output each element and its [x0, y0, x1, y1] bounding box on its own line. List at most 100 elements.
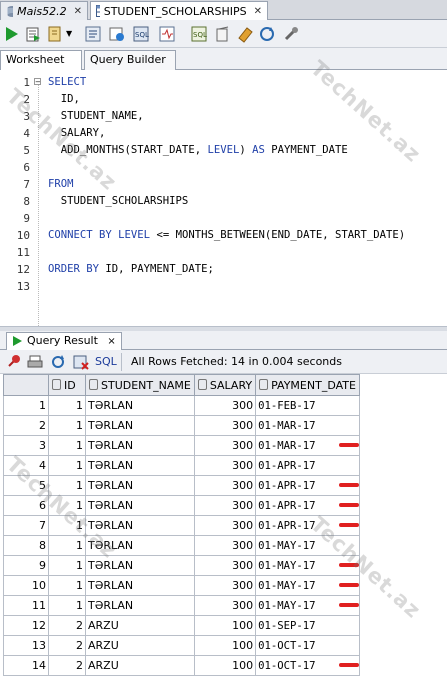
sql-monitor-icon[interactable]: SQL	[190, 25, 208, 43]
table-row[interactable]: 12 2 ARZU 100 01-SEP-17	[3, 615, 360, 636]
tab-query-result[interactable]: Query Result ×	[6, 332, 122, 350]
salary-cell[interactable]: 100	[193, 655, 257, 676]
sql-tuning-icon[interactable]: SQL	[132, 25, 150, 43]
student-name-cell[interactable]: TƏRLAN	[85, 455, 195, 476]
salary-cell[interactable]: 300	[193, 455, 257, 476]
student-name-cell[interactable]: ARZU	[85, 615, 195, 636]
salary-cell[interactable]: 100	[193, 635, 257, 656]
salary-cell[interactable]: 300	[193, 595, 257, 616]
student-name-cell[interactable]: TƏRLAN	[85, 495, 195, 516]
student-name-cell[interactable]: TƏRLAN	[85, 575, 195, 596]
student-name-cell[interactable]: TƏRLAN	[85, 595, 195, 616]
commit-icon[interactable]	[46, 25, 64, 43]
id-cell[interactable]: 1	[48, 455, 86, 476]
table-row[interactable]: 14 2 ARZU 100 01-OCT-17	[3, 655, 360, 676]
student-name-cell[interactable]: TƏRLAN	[85, 435, 195, 456]
id-cell[interactable]: 1	[48, 435, 86, 456]
salary-cell[interactable]: 300	[193, 415, 257, 436]
row-number-cell[interactable]: 3	[3, 435, 49, 456]
clear-icon[interactable]	[214, 25, 232, 43]
row-number-cell[interactable]: 11	[3, 595, 49, 616]
code-line[interactable]: ID,	[48, 93, 80, 105]
code-line[interactable]: STUDENT_NAME,	[48, 110, 144, 122]
row-number-cell[interactable]: 12	[3, 615, 49, 636]
code-line[interactable]: SELECT	[48, 76, 86, 88]
table-row[interactable]: 9 1 TƏRLAN 300 01-MAY-17	[3, 555, 360, 576]
tab-connection[interactable]: Mais52.2 ✕	[0, 1, 88, 20]
run-script-icon[interactable]	[24, 25, 42, 43]
student-name-cell[interactable]: TƏRLAN	[85, 415, 195, 436]
id-cell[interactable]: 2	[48, 655, 86, 676]
table-row[interactable]: 2 1 TƏRLAN 300 01-MAR-17	[3, 415, 360, 436]
salary-cell[interactable]: 300	[193, 495, 257, 516]
fold-toggle-icon[interactable]: −	[34, 78, 41, 86]
row-number-cell[interactable]: 1	[3, 395, 49, 416]
table-row[interactable]: 11 1 TƏRLAN 300 01-MAY-17	[3, 595, 360, 616]
table-row[interactable]: 10 1 TƏRLAN 300 01-MAY-17	[3, 575, 360, 596]
explain-plan-icon[interactable]	[84, 25, 102, 43]
print-icon[interactable]	[27, 354, 43, 370]
salary-cell[interactable]: 300	[193, 435, 257, 456]
salary-cell[interactable]: 300	[193, 555, 257, 576]
run-statement-icon[interactable]	[3, 25, 21, 43]
tab-query-builder[interactable]: Query Builder	[84, 50, 176, 70]
column-header-salary[interactable]: SALARY	[193, 374, 257, 396]
table-row[interactable]: 3 1 TƏRLAN 300 01-MAR-17	[3, 435, 360, 456]
tools-icon[interactable]	[282, 25, 300, 43]
student-name-cell[interactable]: ARZU	[85, 635, 195, 656]
id-cell[interactable]: 2	[48, 615, 86, 636]
sql-history-icon[interactable]	[158, 25, 176, 43]
column-header-payment-date[interactable]: PAYMENT_DATE	[255, 374, 360, 396]
row-number-cell[interactable]: 13	[3, 635, 49, 656]
tab-worksheet[interactable]: Worksheet	[0, 50, 82, 70]
table-row[interactable]: 1 1 TƏRLAN 300 01-FEB-17	[3, 395, 360, 416]
code-line[interactable]: STUDENT_SCHOLARSHIPS	[48, 195, 189, 207]
close-icon[interactable]: ✕	[74, 6, 82, 17]
result-grid[interactable]: ID STUDENT_NAME SALARY PAYMENT_DATE 1 1 TƏ…	[3, 374, 360, 676]
payment-date-cell[interactable]: 01-SEP-17	[255, 615, 360, 636]
id-cell[interactable]: 1	[48, 595, 86, 616]
salary-cell[interactable]: 300	[193, 395, 257, 416]
table-row[interactable]: 8 1 TƏRLAN 300 01-MAY-17	[3, 535, 360, 556]
refresh-icon[interactable]	[50, 354, 66, 370]
code-line[interactable]: CONNECT BY LEVEL <= MONTHS_BETWEEN(END_D…	[48, 229, 405, 241]
code-line[interactable]: ORDER BY ID, PAYMENT_DATE;	[48, 263, 214, 275]
column-header-id[interactable]: ID	[48, 374, 86, 396]
payment-date-cell[interactable]: 01-APR-17	[255, 455, 360, 476]
row-number-cell[interactable]: 2	[3, 415, 49, 436]
id-cell[interactable]: 2	[48, 635, 86, 656]
student-name-cell[interactable]: TƏRLAN	[85, 475, 195, 496]
salary-cell[interactable]: 300	[193, 575, 257, 596]
close-icon[interactable]: ✕	[254, 6, 262, 17]
eraser-icon[interactable]	[236, 25, 254, 43]
column-header-student-name[interactable]: STUDENT_NAME	[85, 374, 195, 396]
code-line[interactable]: FROM	[48, 178, 74, 190]
salary-cell[interactable]: 300	[193, 535, 257, 556]
row-number-cell[interactable]: 14	[3, 655, 49, 676]
id-cell[interactable]: 1	[48, 395, 86, 416]
close-icon[interactable]: ×	[107, 336, 115, 347]
student-name-cell[interactable]: TƏRLAN	[85, 395, 195, 416]
id-cell[interactable]: 1	[48, 575, 86, 596]
autotrace-icon[interactable]	[108, 25, 126, 43]
row-number-cell[interactable]: 7	[3, 515, 49, 536]
payment-date-cell[interactable]: 01-MAR-17	[255, 415, 360, 436]
student-name-cell[interactable]: ARZU	[85, 655, 195, 676]
id-cell[interactable]: 1	[48, 415, 86, 436]
salary-cell[interactable]: 300	[193, 475, 257, 496]
payment-date-cell[interactable]: 01-FEB-17	[255, 395, 360, 416]
payment-date-cell[interactable]: 01-OCT-17	[255, 635, 360, 656]
chevron-down-icon[interactable]: ▼	[66, 29, 72, 38]
sql-button[interactable]: SQL	[95, 355, 117, 368]
table-row[interactable]: 4 1 TƏRLAN 300 01-APR-17	[3, 455, 360, 476]
pin-icon[interactable]	[5, 354, 21, 370]
table-row[interactable]: 13 2 ARZU 100 01-OCT-17	[3, 635, 360, 656]
salary-cell[interactable]: 300	[193, 515, 257, 536]
row-number-cell[interactable]: 8	[3, 535, 49, 556]
row-number-cell[interactable]: 10	[3, 575, 49, 596]
tab-table[interactable]: STUDENT_SCHOLARSHIPS ✕	[90, 1, 268, 20]
id-cell[interactable]: 1	[48, 555, 86, 576]
cancel-icon[interactable]	[73, 354, 89, 370]
salary-cell[interactable]: 100	[193, 615, 257, 636]
row-number-cell[interactable]: 9	[3, 555, 49, 576]
